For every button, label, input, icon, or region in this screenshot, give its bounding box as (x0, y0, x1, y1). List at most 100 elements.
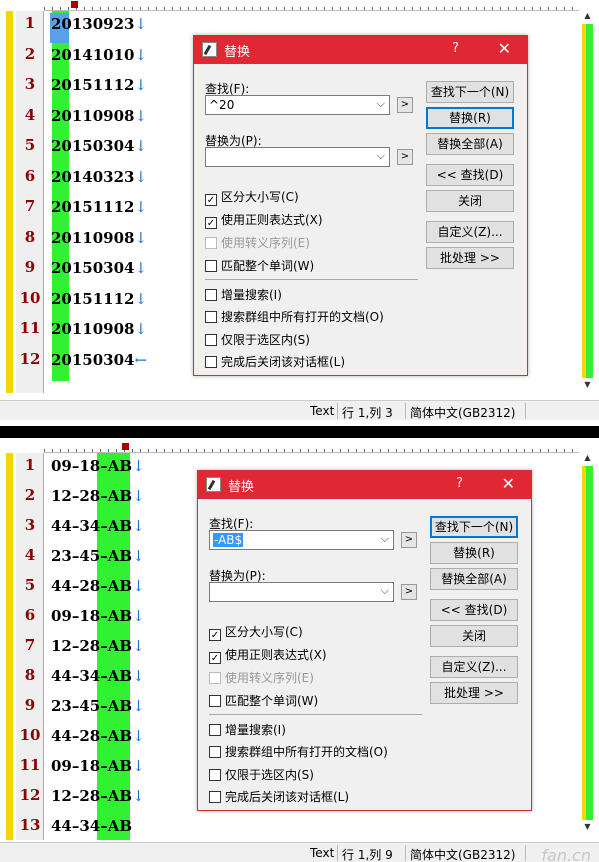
close-button[interactable]: 关闭 (430, 625, 518, 647)
status-bar: Text 行 1,列 9 简体中文(GB2312) fan.cn (0, 842, 599, 862)
scroll-down-button[interactable]: ▼ (582, 380, 593, 391)
text-line[interactable]: 09–18–AB↓ (51, 607, 145, 625)
match-case-checkbox[interactable]: ✓ 区分大小写(C) (205, 188, 299, 206)
dialog-titlebar[interactable]: 替换 ? ✕ (194, 36, 527, 64)
replace-combobox[interactable]: ⌵ (209, 582, 394, 602)
overview-bar[interactable] (582, 24, 593, 378)
text-line[interactable]: 12–28–AB↓ (51, 487, 145, 505)
watermark: fan.cn (541, 846, 591, 862)
regex-checkbox[interactable]: ✓ 使用正则表达式(X) (205, 211, 323, 229)
find-combobox[interactable]: -AB$ ⌵ (209, 530, 394, 550)
column-ruler (44, 0, 579, 11)
batch-button[interactable]: 批处理 >> (430, 682, 518, 704)
text-line[interactable]: 20151112↓ (51, 76, 147, 94)
whole-word-checkbox[interactable]: 匹配整个单词(W) (209, 692, 318, 709)
status-mode: Text (310, 404, 335, 418)
batch-button[interactable]: 批处理 >> (426, 247, 514, 269)
close-icon[interactable]: ✕ (498, 39, 511, 58)
text-line[interactable]: 23–45–AB↓ (51, 547, 145, 565)
close-icon[interactable]: ✕ (502, 474, 515, 493)
text-line[interactable]: 20141010↓ (51, 46, 147, 64)
scroll-down-button[interactable]: ▼ (582, 822, 593, 833)
search-all-docs-checkbox[interactable]: 搜索群组中所有打开的文档(O) (209, 743, 388, 760)
text-line[interactable]: 44–34–AB↓ (51, 667, 145, 685)
close-button[interactable]: 关闭 (426, 190, 514, 212)
text-line[interactable]: 20110908↓ (51, 320, 147, 338)
line-number: 10 (19, 726, 41, 744)
find-options-arrow-button[interactable]: > (397, 97, 413, 113)
text-line[interactable]: 20140323↓ (51, 168, 147, 186)
replace-button[interactable]: 替换(R) (426, 107, 514, 129)
chevron-down-icon[interactable]: ⌵ (381, 584, 389, 598)
chevron-down-icon[interactable]: ⌵ (377, 149, 385, 163)
change-bar (6, 453, 13, 840)
text-line[interactable]: 20150304← (51, 351, 147, 369)
search-all-docs-checkbox[interactable]: 搜索群组中所有打开的文档(O) (205, 308, 384, 325)
selection-only-checkbox[interactable]: 仅限于选区内(S) (205, 331, 310, 348)
text-line[interactable]: 44–28–AB↓ (51, 727, 145, 745)
collapse-find-button[interactable]: << 查找(D) (430, 599, 518, 621)
find-options-arrow-button[interactable]: > (401, 532, 417, 548)
line-number-gutter: 1 2 3 4 5 6 7 8 9 10 11 12 (16, 11, 44, 393)
text-line[interactable]: 20110908↓ (51, 107, 147, 125)
scroll-up-button[interactable]: ▲ (582, 453, 593, 464)
incremental-search-checkbox[interactable]: 增量搜索(I) (209, 721, 286, 738)
text-line[interactable]: 12–28–AB↓ (51, 787, 145, 805)
text-line[interactable]: 20110908↓ (51, 229, 147, 247)
text-line[interactable]: 44–34–AB (51, 817, 132, 835)
line-number: 4 (24, 546, 36, 564)
dialog-titlebar[interactable]: 替换 ? ✕ (198, 471, 531, 499)
find-next-button[interactable]: 查找下一个(N) (430, 516, 518, 538)
find-value: ^20 (209, 98, 235, 112)
app-icon (202, 42, 217, 57)
text-line[interactable]: 20150304↓ (51, 137, 147, 155)
line-number: 1 (24, 14, 36, 32)
text-line[interactable]: 09–18–AB↓ (51, 757, 145, 775)
chevron-down-icon[interactable]: ⌵ (381, 532, 389, 546)
text-line[interactable]: 12–28–AB↓ (51, 637, 145, 655)
close-after-checkbox[interactable]: 完成后关闭该对话框(L) (205, 353, 345, 370)
text-line[interactable]: 20151112↓ (51, 198, 147, 216)
line-number: 9 (24, 258, 36, 276)
chevron-down-icon[interactable]: ⌵ (377, 97, 385, 111)
image-divider (0, 426, 599, 438)
help-icon[interactable]: ? (456, 476, 463, 491)
replace-combobox[interactable]: ⌵ (205, 147, 390, 167)
match-case-checkbox[interactable]: ✓ 区分大小写(C) (209, 623, 303, 641)
find-value: -AB$ (213, 533, 244, 547)
text-line[interactable]: 09–18–AB↓ (51, 457, 145, 475)
line-number: 6 (24, 167, 36, 185)
overview-bar[interactable] (582, 466, 593, 820)
incremental-search-checkbox[interactable]: 增量搜索(I) (205, 286, 282, 303)
replace-all-button[interactable]: 替换全部(A) (426, 133, 514, 155)
replace-options-arrow-button[interactable]: > (397, 149, 413, 165)
line-number: 7 (24, 197, 36, 215)
line-number: 5 (24, 576, 36, 594)
status-position: 行 1,列 9 (342, 848, 393, 862)
text-line[interactable]: 20150304↓ (51, 259, 147, 277)
text-line[interactable]: 20130923↓ (51, 15, 147, 33)
replace-button[interactable]: 替换(R) (430, 542, 518, 564)
collapse-find-button[interactable]: << 查找(D) (426, 164, 514, 186)
line-number: 2 (24, 486, 36, 504)
selection-only-checkbox[interactable]: 仅限于选区内(S) (209, 766, 314, 783)
column-ruler (44, 442, 579, 453)
replace-options-arrow-button[interactable]: > (401, 584, 417, 600)
text-line[interactable]: 20151112↓ (51, 290, 147, 308)
close-after-checkbox[interactable]: 完成后关闭该对话框(L) (209, 788, 349, 805)
whole-word-checkbox[interactable]: 匹配整个单词(W) (205, 257, 314, 274)
escape-sequence-checkbox[interactable]: 使用转义序列(E) (209, 669, 314, 686)
replace-all-button[interactable]: 替换全部(A) (430, 568, 518, 590)
find-combobox[interactable]: ^20 ⌵ (205, 95, 390, 115)
text-line[interactable]: 44–28–AB↓ (51, 577, 145, 595)
text-line[interactable]: 44–34–AB↓ (51, 517, 145, 535)
regex-checkbox[interactable]: ✓ 使用正则表达式(X) (209, 646, 327, 664)
customize-button[interactable]: 自定义(Z)... (430, 656, 518, 678)
text-line[interactable]: 23–45–AB↓ (51, 697, 145, 715)
escape-sequence-checkbox[interactable]: 使用转义序列(E) (205, 234, 310, 251)
help-icon[interactable]: ? (452, 41, 459, 56)
find-next-button[interactable]: 查找下一个(N) (426, 81, 514, 103)
scroll-up-button[interactable]: ▲ (582, 11, 593, 22)
customize-button[interactable]: 自定义(Z)... (426, 221, 514, 243)
line-number: 4 (24, 106, 36, 124)
